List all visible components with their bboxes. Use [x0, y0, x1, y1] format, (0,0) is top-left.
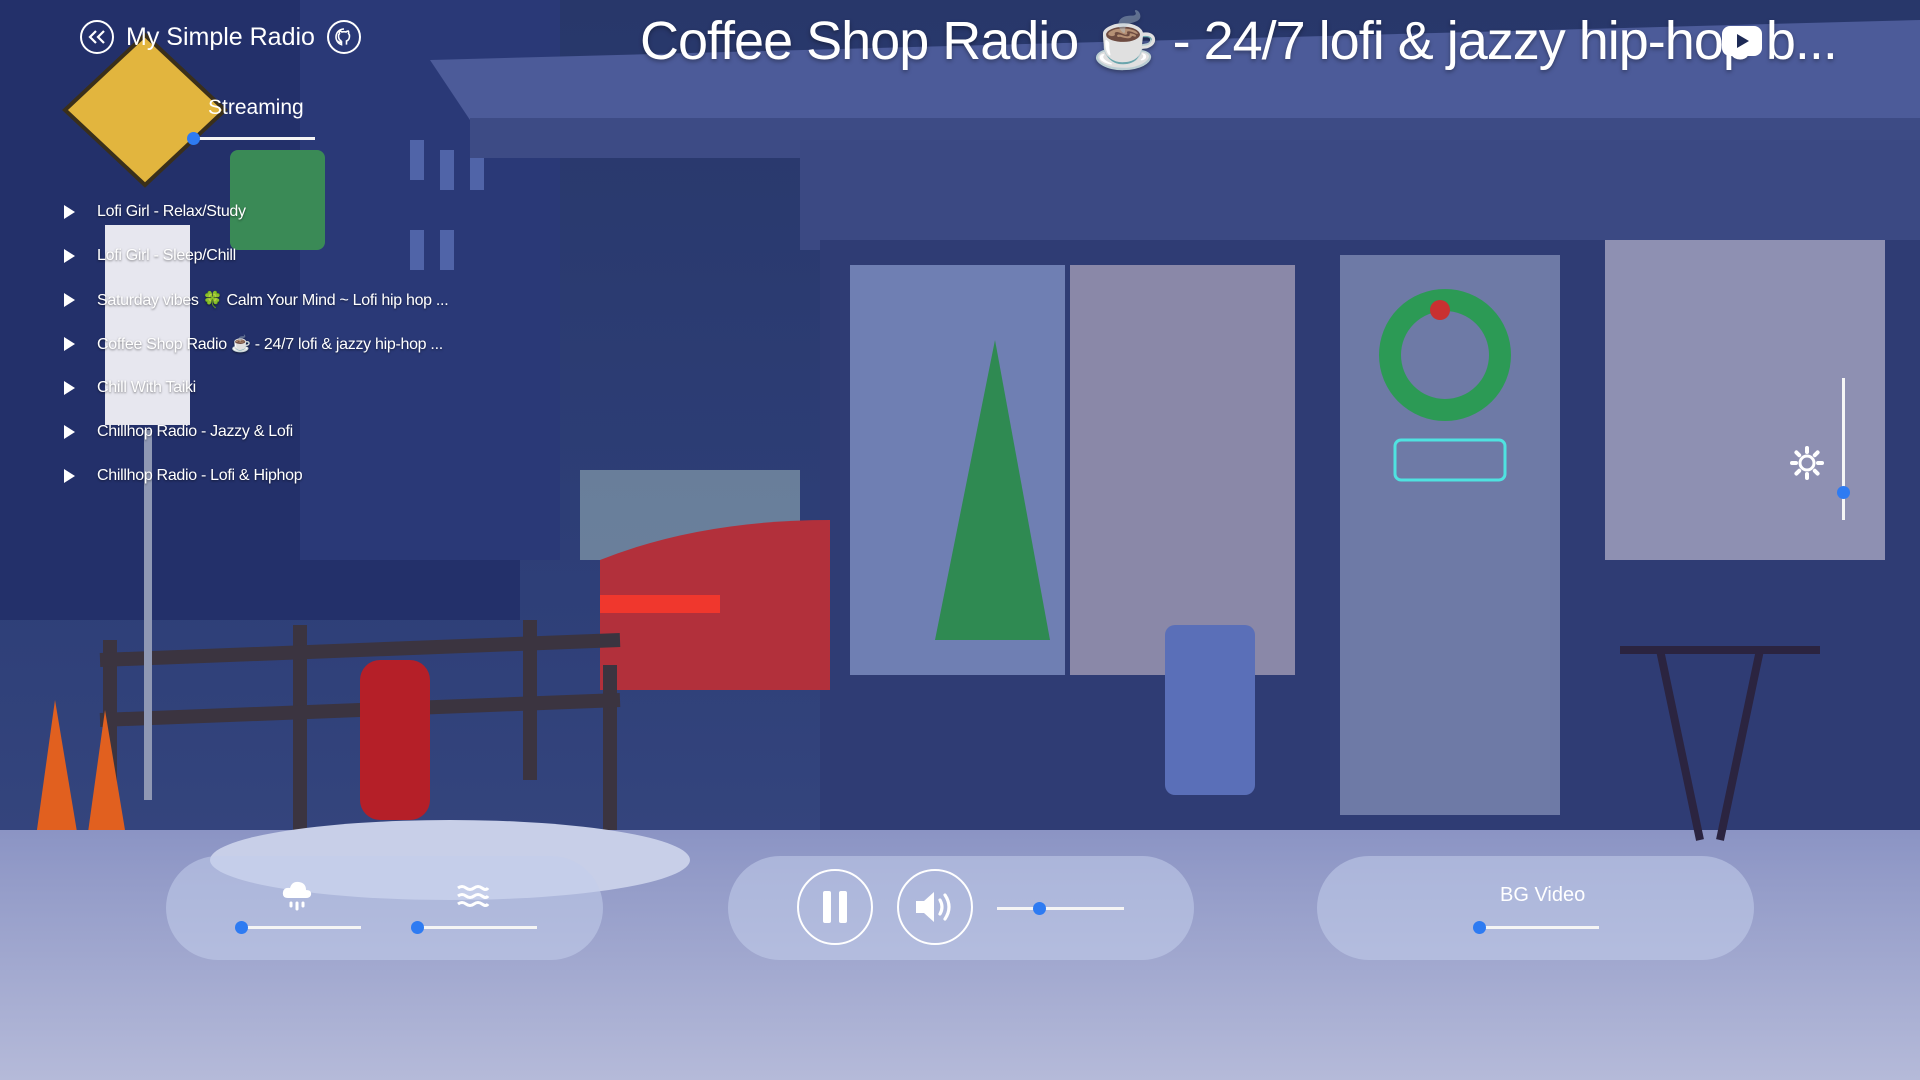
- youtube-icon[interactable]: [1722, 26, 1762, 56]
- waves-icon[interactable]: [456, 884, 490, 915]
- station-item-chillhop-jazzy[interactable]: Chillhop Radio - Jazzy & Lofi: [64, 410, 448, 454]
- volume-slider[interactable]: [997, 902, 1124, 915]
- header-bar: My Simple Radio: [80, 20, 361, 54]
- play-icon: [64, 425, 75, 439]
- rain-volume-slider[interactable]: [235, 921, 361, 934]
- bg-video-panel: [1317, 856, 1754, 960]
- play-icon: [64, 469, 75, 483]
- station-item-chillhop-hiphop[interactable]: Chillhop Radio - Lofi & Hiphop: [64, 454, 448, 498]
- station-list: Lofi Girl - Relax/Study Lofi Girl - Slee…: [64, 190, 449, 498]
- station-item-coffee-shop-radio[interactable]: Coffee Shop Radio ☕ - 24/7 lofi & jazzy …: [64, 322, 448, 366]
- play-icon: [64, 337, 75, 351]
- streaming-label: Streaming: [208, 96, 304, 119]
- bg-video-slider-knob[interactable]: [1473, 921, 1486, 934]
- play-icon: [64, 381, 75, 395]
- ambience-panel: [166, 856, 603, 960]
- station-item-lofi-girl-sleep[interactable]: Lofi Girl - Sleep/Chill: [64, 234, 448, 278]
- bg-video-slider[interactable]: [1473, 921, 1599, 934]
- wind-volume-slider[interactable]: [411, 921, 537, 934]
- volume-button[interactable]: [897, 869, 973, 945]
- station-item-lofi-girl-relax[interactable]: Lofi Girl - Relax/Study: [64, 190, 448, 234]
- play-icon: [64, 205, 75, 219]
- now-playing-title: Coffee Shop Radio ☕ - 24/7 lofi & jazzy …: [640, 11, 1838, 71]
- play-icon: [64, 293, 75, 307]
- sun-icon[interactable]: [1790, 446, 1824, 480]
- streaming-slider[interactable]: [187, 132, 315, 145]
- rain-cloud-icon[interactable]: [280, 878, 314, 917]
- double-chevron-left-icon[interactable]: [80, 20, 114, 54]
- station-item-saturday-vibes[interactable]: Saturday vibes 🍀 Calm Your Mind ~ Lofi h…: [64, 278, 449, 322]
- brightness-slider-knob[interactable]: [1837, 485, 1850, 499]
- brightness-slider[interactable]: [1837, 378, 1850, 520]
- pause-button[interactable]: [797, 869, 873, 945]
- pause-icon: [823, 891, 847, 923]
- station-item-chill-with-taiki[interactable]: Chill With Taiki: [64, 366, 448, 410]
- speaker-icon: [916, 892, 951, 922]
- app-name: My Simple Radio: [126, 22, 315, 51]
- bg-video-label: BG Video: [1500, 884, 1586, 906]
- play-icon: [64, 249, 75, 263]
- github-icon[interactable]: [326, 20, 361, 54]
- streaming-slider-knob[interactable]: [187, 132, 200, 145]
- wind-volume-knob[interactable]: [411, 921, 424, 934]
- rain-volume-knob[interactable]: [235, 921, 248, 934]
- volume-slider-knob[interactable]: [1032, 902, 1046, 915]
